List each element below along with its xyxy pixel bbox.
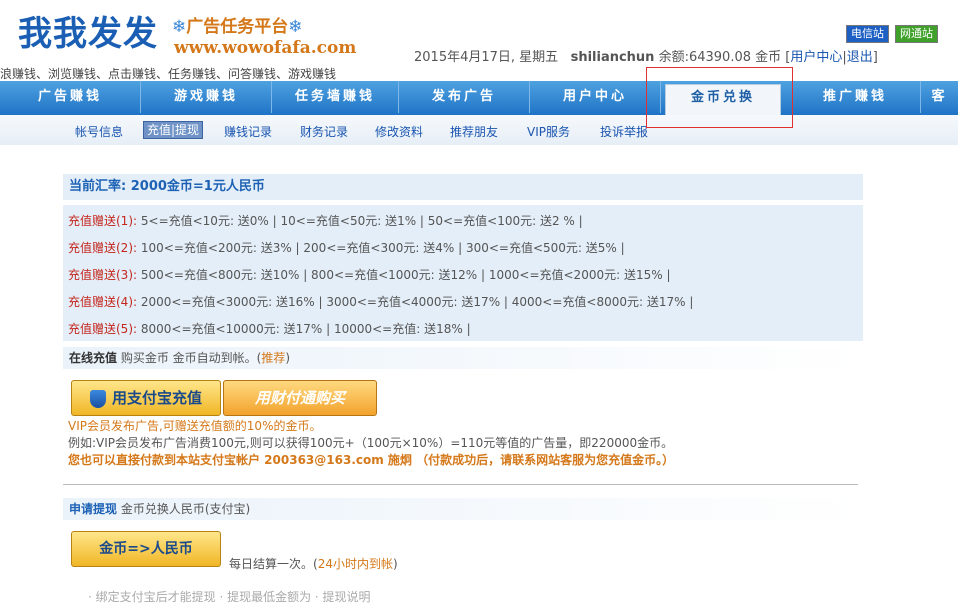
current-date: 2015年4月17日, 星期五 — [414, 50, 559, 65]
logo-url: www.wowofafa.com — [174, 38, 357, 58]
bonus-text: 2000<=充值<3000元: 送16% | 3000<=充值<4000元: 送… — [140, 295, 694, 309]
subnav-account-info[interactable]: 帐号信息 — [75, 123, 123, 140]
highlight-box — [646, 67, 793, 128]
subnav-recharge-withdraw[interactable]: 充值|提现 — [143, 121, 204, 139]
sub-nav: 帐号信息 充值|提现 赚钱记录 财务记录 修改资料 推荐朋友 VIP服务 投诉举… — [0, 115, 958, 145]
online-recharge-header: 在线充值 购买金币 金币自动到帐。(推荐) — [63, 347, 863, 369]
main-nav: 广告赚钱 游戏赚钱 任务墙赚钱 发布广告 用户中心 金币兑换 推广赚钱 客 — [0, 81, 958, 129]
bonus-label: 充值赠送(1): — [68, 214, 138, 228]
balance-label: 余额: — [658, 50, 689, 65]
nav-game-earn[interactable]: 游戏赚钱 — [141, 81, 272, 113]
alipay-button-label: 用支付宝充值 — [111, 389, 202, 407]
nav-promote-earn[interactable]: 推广赚钱 — [790, 81, 921, 113]
nav-more[interactable]: 客 — [921, 81, 958, 113]
subnav-earn-records[interactable]: 赚钱记录 — [224, 123, 272, 140]
subnav-finance-records[interactable]: 财务记录 — [300, 123, 348, 140]
alipay-direct-note: 您也可以直接付款到本站支付宝帐户 200363@163.com 施炯 （付款成功… — [68, 453, 675, 467]
nav-ad-earn[interactable]: 广告赚钱 — [0, 81, 141, 113]
slogan: 浪赚钱、浏览赚钱、点击赚钱、任务赚钱、问答赚钱、游戏赚钱 — [0, 67, 337, 81]
bonus-label: 充值赠送(5): — [68, 322, 138, 336]
recommend-tag: 推荐 — [261, 351, 286, 365]
settle-highlight: 24小时内到帐 — [317, 557, 393, 571]
logo-title[interactable]: 我我发发 — [18, 14, 158, 54]
settle-text: 每日结算一次。( — [229, 557, 318, 571]
bonus-label: 充值赠送(3): — [68, 268, 138, 282]
bonus-label: 充值赠送(4): — [68, 295, 138, 309]
divider — [63, 484, 858, 485]
bonus-row: 充值赠送(1): 5<=充值<10元: 送0% | 10<=充值<50元: 送1… — [68, 212, 583, 229]
snowflake-icon: ❄ — [172, 17, 187, 37]
subnav-refer-friends[interactable]: 推荐朋友 — [450, 123, 498, 140]
balance-unit: 金币 — [755, 50, 782, 65]
nav-publish-ad[interactable]: 发布广告 — [399, 81, 530, 113]
snowflake-icon: ❄ — [288, 17, 303, 37]
vip-example: 例如:VIP会员发布广告消费100元,则可以获得100元+（100元×10%）=… — [68, 436, 674, 450]
nav-taskwall-earn[interactable]: 任务墙赚钱 — [272, 81, 399, 113]
settle-close: ) — [392, 557, 398, 571]
logo-subtitle: ❄广告任务平台❄ — [172, 16, 303, 38]
online-recharge-close: ) — [285, 351, 291, 365]
alipay-recharge-button[interactable]: 用支付宝充值 — [71, 380, 221, 416]
bonus-text: 5<=充值<10元: 送0% | 10<=充值<50元: 送1% | 50<=充… — [140, 214, 583, 228]
tenpay-buy-button[interactable]: 用财付通购买 — [223, 380, 377, 416]
subnav-edit-profile[interactable]: 修改资料 — [375, 123, 423, 140]
vip-note: VIP会员发布广告,可赠送充值额的10%的金币。 — [68, 419, 322, 433]
bonus-row: 充值赠送(2): 100<=充值<200元: 送3% | 200<=充值<300… — [68, 239, 625, 256]
subnav-vip-service[interactable]: VIP服务 — [527, 123, 570, 140]
bonus-row: 充值赠送(3): 500<=充值<800元: 送10% | 800<=充值<10… — [68, 266, 671, 283]
subnav-complaint[interactable]: 投诉举报 — [600, 123, 648, 140]
withdraw-header: 申请提现 金币兑换人民币(支付宝) — [63, 498, 863, 520]
site-switch: 电信站 网通站 — [846, 25, 938, 43]
bonus-row: 充值赠送(4): 2000<=充值<3000元: 送16% | 3000<=充值… — [68, 293, 693, 310]
withdraw-desc: 金币兑换人民币(支付宝) — [120, 502, 251, 516]
logo-subtitle-text: 广告任务平台 — [186, 17, 289, 37]
nav-user-center[interactable]: 用户中心 — [530, 81, 661, 113]
shield-icon — [89, 389, 106, 408]
bonus-text: 100<=充值<200元: 送3% | 200<=充值<300元: 送4% | … — [140, 241, 625, 255]
exchange-rate-text: 当前汇率: 2000金币=1元人民币 — [69, 179, 265, 194]
telecom-site-button[interactable]: 电信站 — [846, 25, 889, 43]
user-center-link[interactable]: 用户中心 — [790, 50, 842, 65]
user-bar: 2015年4月17日, 星期五 shilianchun 余额:64390.08 … — [414, 50, 878, 65]
online-recharge-title: 在线充值 — [69, 351, 118, 365]
coin-to-rmb-button[interactable]: 金币=>人民币 — [71, 531, 221, 567]
bonus-text: 500<=充值<800元: 送10% | 800<=充值<1000元: 送12%… — [140, 268, 671, 282]
netcom-site-button[interactable]: 网通站 — [895, 25, 938, 43]
username: shilianchun — [570, 50, 655, 65]
bonus-text: 8000<=充值<10000元: 送17% | 10000<=充值: 送18% … — [140, 322, 471, 336]
exchange-rate: 当前汇率: 2000金币=1元人民币 — [63, 174, 863, 200]
settle-note: 每日结算一次。(24小时内到帐) — [229, 555, 398, 572]
online-recharge-desc: 购买金币 金币自动到帐。( — [120, 351, 262, 365]
cutoff-text: · 绑定支付宝后才能提现 · 提现最低金额为 · 提现说明 — [88, 590, 371, 604]
recharge-bonus-panel: 充值赠送(1): 5<=充值<10元: 送0% | 10<=充值<50元: 送1… — [63, 205, 863, 341]
bonus-row: 充值赠送(5): 8000<=充值<10000元: 送17% | 10000<=… — [68, 320, 471, 337]
logout-link[interactable]: 退出 — [847, 50, 873, 65]
withdraw-title: 申请提现 — [69, 502, 118, 516]
balance-value: 64390.08 — [688, 50, 751, 65]
bonus-label: 充值赠送(2): — [68, 241, 138, 255]
